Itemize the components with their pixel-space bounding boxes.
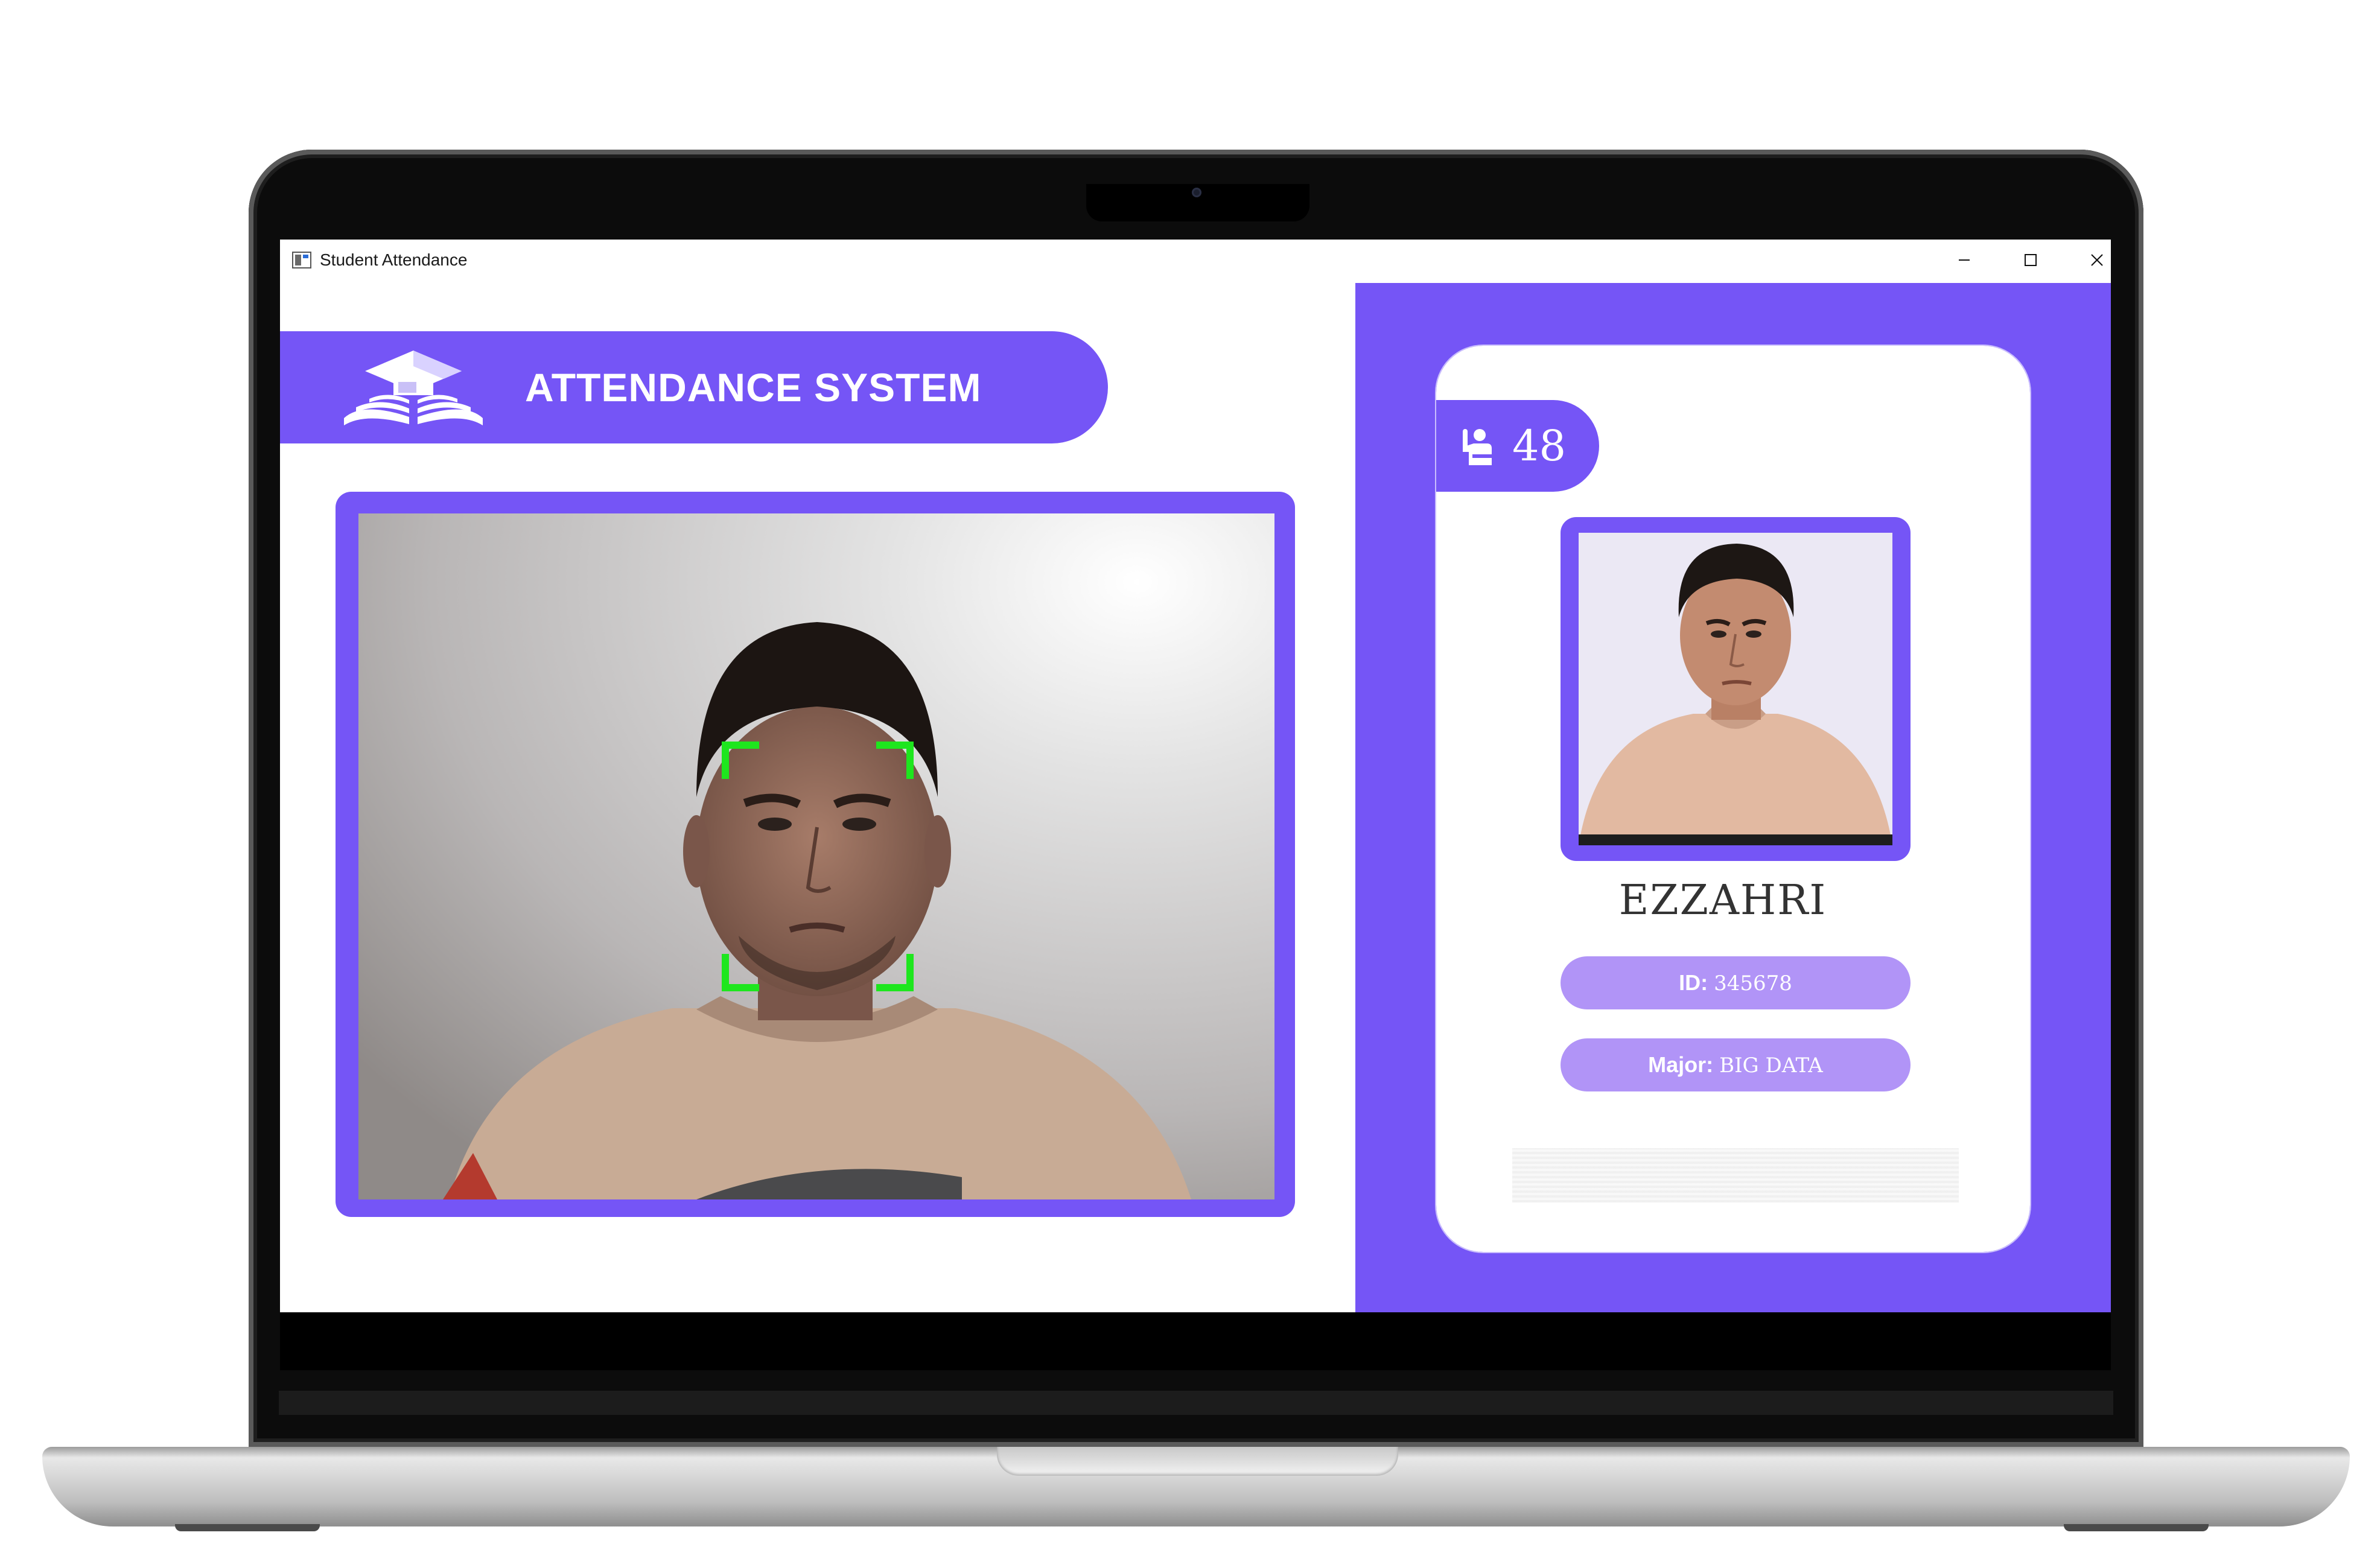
webcam-lens bbox=[1192, 188, 1201, 197]
minimize-button[interactable] bbox=[1937, 244, 1991, 276]
attendance-count: 48 bbox=[1512, 421, 1567, 471]
app-icon bbox=[292, 252, 311, 268]
app-window: Student Attendance ATTENDANCE SYSTEM 48 … bbox=[280, 240, 2111, 1312]
minimize-icon bbox=[1959, 259, 1970, 261]
student-id-value: 345678 bbox=[1714, 971, 1792, 996]
student-card: 48 EZZAHRI ID: 345678 Major: BIG DATA bbox=[1435, 345, 2031, 1253]
student-raising-hand-icon bbox=[1463, 429, 1493, 465]
attendance-count-badge: 48 bbox=[1436, 400, 1599, 492]
student-major-label: Major: bbox=[1648, 1052, 1720, 1077]
student-photo bbox=[1579, 533, 1892, 845]
window-title: Student Attendance bbox=[320, 250, 468, 269]
status-strip bbox=[1512, 1148, 1959, 1202]
close-button[interactable] bbox=[2070, 244, 2111, 276]
laptop-foot-left bbox=[175, 1524, 320, 1531]
student-id-label: ID: bbox=[1679, 970, 1714, 995]
brand-title: ATTENDANCE SYSTEM bbox=[525, 365, 982, 410]
screen-bottom-bezel bbox=[280, 1312, 2111, 1370]
student-major-value: BIG DATA bbox=[1719, 1053, 1823, 1078]
student-panel: 48 EZZAHRI ID: 345678 Major: BIG DATA bbox=[1355, 283, 2111, 1312]
maximize-button[interactable] bbox=[2003, 244, 2058, 276]
window-titlebar: Student Attendance bbox=[280, 240, 2111, 282]
camera-feed bbox=[358, 513, 1274, 1199]
laptop-foot-right bbox=[2064, 1524, 2209, 1531]
camera-frame bbox=[336, 492, 1295, 1217]
student-photo-frame bbox=[1561, 517, 1911, 861]
close-icon bbox=[2091, 254, 2103, 266]
student-name: EZZAHRI bbox=[1618, 877, 1827, 924]
laptop-chin bbox=[279, 1391, 2113, 1415]
student-id-pill: ID: 345678 bbox=[1561, 956, 1911, 1009]
camera-image bbox=[358, 513, 1274, 1199]
student-major-pill: Major: BIG DATA bbox=[1561, 1038, 1911, 1091]
brand-header: ATTENDANCE SYSTEM bbox=[280, 331, 1108, 443]
graduation-book-icon bbox=[344, 351, 483, 425]
laptop-hinge-cutout bbox=[997, 1447, 1398, 1476]
maximize-icon bbox=[2025, 254, 2037, 266]
